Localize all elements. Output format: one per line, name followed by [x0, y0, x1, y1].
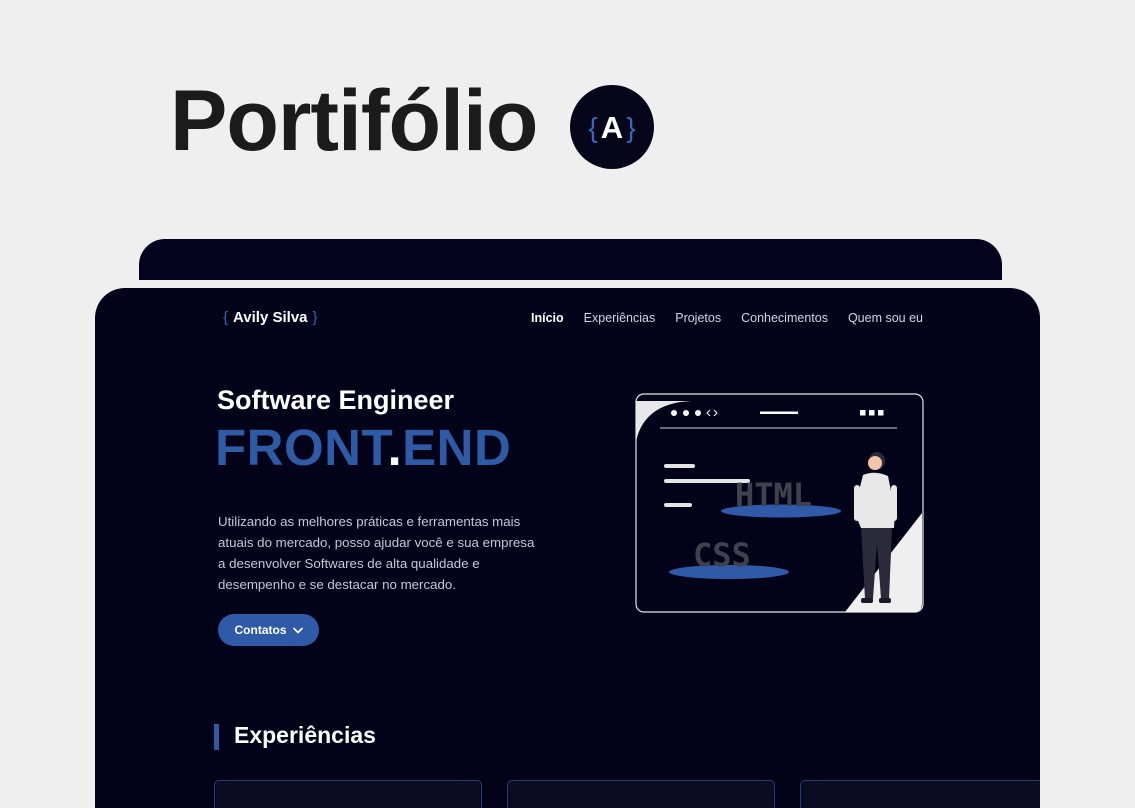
brand-close-brace: } — [312, 309, 318, 326]
svg-text:HTML: HTML — [735, 476, 812, 514]
website-preview: { Avily Silva } Início Experiências Proj… — [95, 288, 1040, 808]
contatos-label: Contatos — [234, 623, 287, 637]
experience-card[interactable] — [507, 780, 775, 808]
experiences-section-title: Experiências — [234, 722, 376, 748]
background-card — [139, 239, 1002, 280]
headline-end: END — [402, 419, 512, 476]
experience-card[interactable] — [214, 780, 482, 808]
hero-headline: FRONT.END — [215, 422, 511, 473]
hero-role: Software Engineer — [217, 385, 455, 415]
experience-card[interactable] — [800, 780, 1040, 808]
nav-item-quem-sou-eu[interactable]: Quem sou eu — [848, 311, 923, 325]
page-title: Portifólio — [170, 73, 538, 169]
logo-badge: { A } — [570, 85, 654, 169]
hero-description: Utilizando as melhores práticas e ferram… — [218, 514, 535, 593]
headline-dot: . — [387, 419, 403, 476]
svg-text:CSS: CSS — [693, 536, 751, 574]
brand-name: Avily Silva — [233, 309, 308, 326]
section-accent-bar — [214, 724, 219, 750]
nav-item-experiencias[interactable]: Experiências — [584, 311, 656, 325]
contatos-button[interactable]: Contatos — [218, 614, 319, 646]
svg-text:}: } — [626, 112, 635, 143]
brand-open-brace: { — [223, 309, 229, 326]
chevron-down-icon — [292, 627, 303, 633]
developer-illustration: HTML CSS — [635, 393, 924, 613]
svg-text:A: A — [601, 110, 623, 145]
nav-item-inicio[interactable]: Início — [531, 311, 564, 325]
nav-item-projetos[interactable]: Projetos — [675, 311, 721, 325]
nav-item-conhecimentos[interactable]: Conhecimentos — [741, 311, 828, 325]
svg-text:{: { — [588, 112, 597, 143]
headline-front: FRONT — [215, 419, 388, 476]
logo-icon: { A } — [588, 110, 635, 145]
site-brand[interactable]: { Avily Silva } — [223, 309, 318, 326]
site-nav: Início Experiências Projetos Conheciment… — [531, 311, 923, 325]
